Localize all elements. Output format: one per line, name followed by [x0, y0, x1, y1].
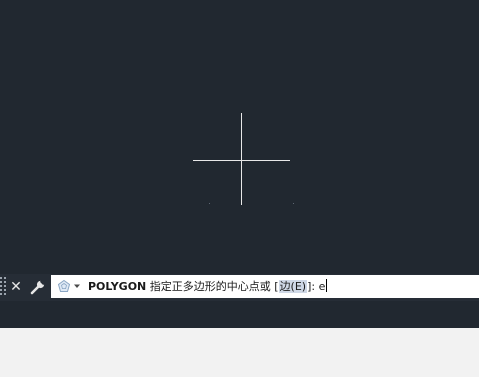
command-name: POLYGON [88, 280, 147, 293]
canvas-lower-strip [0, 301, 479, 328]
polygon-icon [57, 279, 71, 292]
wrench-icon[interactable] [29, 278, 47, 296]
input-value[interactable]: e [319, 280, 326, 293]
text-cursor [326, 279, 328, 292]
option-edge[interactable]: 边(E) [278, 280, 308, 293]
command-line-bar: ✕ POLYGON 指定正多边形的中心点或 [边(E)]: e [0, 274, 479, 301]
prompt-suffix: ]: [307, 280, 319, 293]
pixel-artifact [293, 203, 294, 204]
command-icon-dropdown[interactable] [57, 279, 85, 295]
crosshair-vertical-line [241, 113, 242, 205]
command-prompt: POLYGON 指定正多边形的中心点或 [边(E)]: e [88, 278, 328, 295]
prompt-text: 指定正多边形的中心点或 [ [146, 280, 279, 293]
close-icon[interactable]: ✕ [9, 278, 23, 296]
command-input-line[interactable]: POLYGON 指定正多边形的中心点或 [边(E)]: e [51, 275, 479, 298]
dropdown-arrow-icon [74, 284, 80, 288]
grip-handle-icon[interactable] [0, 277, 6, 297]
bottom-panel [0, 328, 479, 377]
pixel-artifact [209, 203, 210, 204]
